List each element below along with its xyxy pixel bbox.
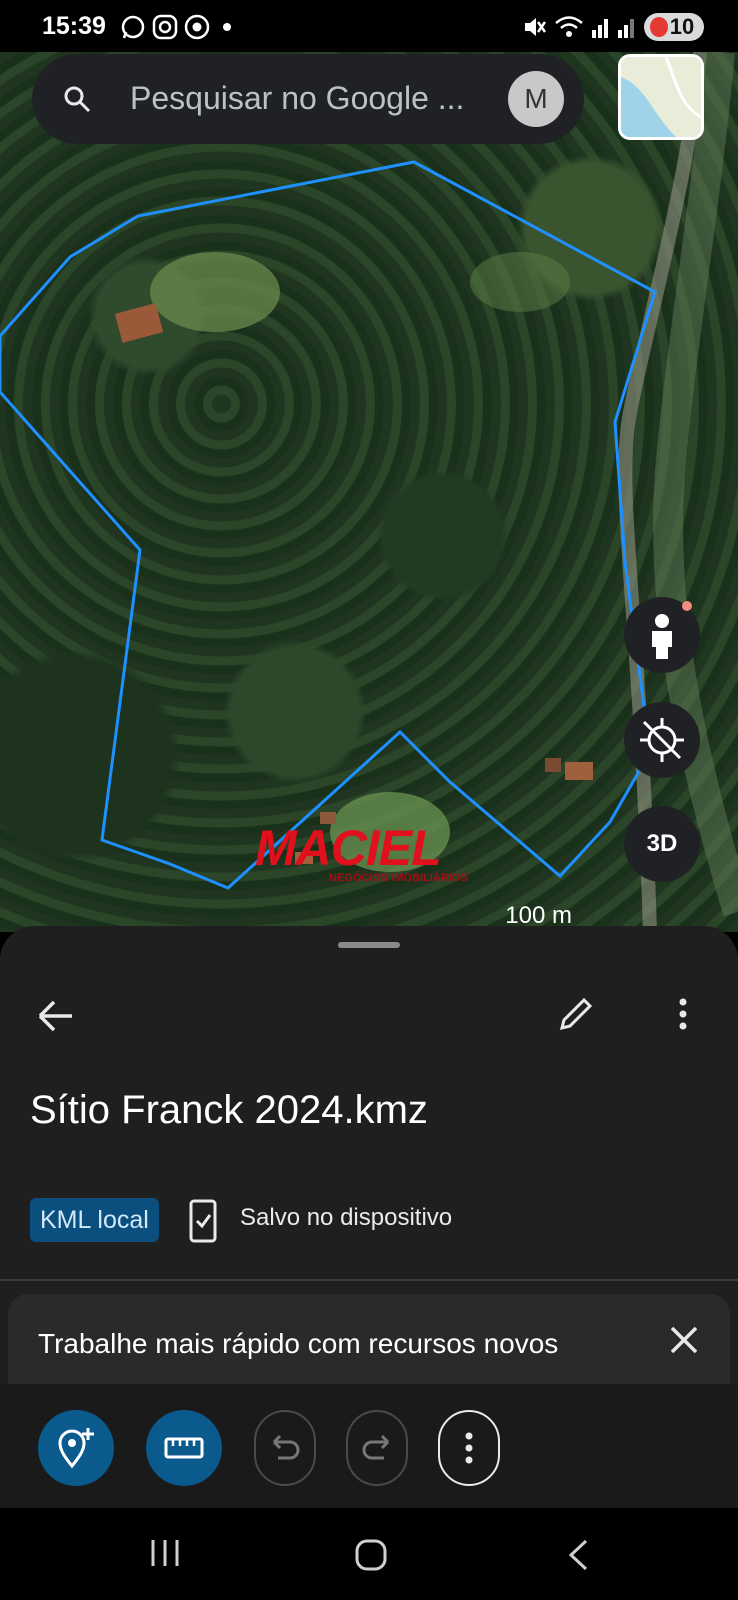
undo-icon	[272, 1434, 300, 1460]
battery-icon: 10	[644, 13, 704, 41]
phone-check-icon	[189, 1199, 217, 1243]
instagram-icon	[152, 14, 178, 40]
back-arrow-icon[interactable]	[34, 994, 78, 1038]
satellite-map[interactable]: MACIEL NEGÓCIOS IMOBILIÁRIOS 100 m 3D	[0, 52, 738, 932]
kml-badge: KML local	[30, 1198, 159, 1242]
signal-icon	[592, 19, 608, 38]
map-thumbnail-icon	[621, 57, 701, 137]
status-bar: 15:39 10	[0, 0, 738, 52]
ruler-icon	[164, 1437, 204, 1459]
more-vert-icon[interactable]	[668, 992, 698, 1036]
battery-level: 10	[669, 14, 695, 39]
redo-button[interactable]	[346, 1410, 408, 1486]
divider	[0, 1279, 738, 1281]
mute-icon	[525, 18, 546, 36]
3d-button[interactable]: 3D	[624, 806, 700, 882]
place-title: Sítio Franck 2024.kmz	[30, 1088, 428, 1132]
3d-label: 3D	[646, 830, 678, 857]
undo-button[interactable]	[254, 1410, 316, 1486]
saved-label: Salvo no dispositivo	[240, 1204, 453, 1231]
chrome-icon	[184, 14, 210, 40]
home-icon[interactable]	[354, 1538, 388, 1572]
notification-dot	[682, 601, 692, 611]
location-button[interactable]	[624, 702, 700, 778]
watermark-subtitle: NEGÓCIOS IMOBILIÁRIOS	[329, 872, 468, 884]
edit-icon[interactable]	[554, 992, 598, 1036]
location-disabled-icon	[640, 718, 684, 762]
promo-text: Trabalhe mais rápido com recursos novos	[38, 1328, 559, 1359]
edit-toolbar	[0, 1384, 738, 1508]
status-time: 15:39	[42, 12, 106, 40]
system-nav-bar	[0, 1508, 738, 1600]
add-pin-icon	[58, 1428, 94, 1469]
redo-icon	[362, 1434, 390, 1460]
layers-button[interactable]	[618, 54, 704, 140]
signal-icon	[618, 19, 634, 38]
wifi-icon	[555, 16, 583, 37]
street-view-button[interactable]	[624, 597, 700, 673]
search-bar[interactable]: Pesquisar no Google ... M	[32, 54, 584, 144]
close-icon[interactable]	[668, 1324, 700, 1356]
search-input[interactable]: Pesquisar no Google ...	[130, 80, 464, 117]
back-icon[interactable]	[566, 1538, 592, 1572]
measure-button[interactable]	[146, 1410, 222, 1486]
whatsapp-icon	[121, 15, 145, 39]
toolbar-more-button[interactable]	[438, 1410, 500, 1486]
recent-apps-icon[interactable]	[148, 1538, 182, 1568]
drag-handle[interactable]	[338, 942, 400, 948]
avatar[interactable]: M	[508, 71, 564, 127]
dot-icon	[223, 23, 231, 31]
watermark-title: MACIEL	[255, 820, 442, 876]
map-overlay	[0, 52, 738, 932]
watermark-logo: MACIEL NEGÓCIOS IMOBILIÁRIOS	[255, 822, 485, 888]
add-pin-button[interactable]	[38, 1410, 114, 1486]
search-icon	[64, 86, 91, 113]
more-vert-icon	[465, 1432, 473, 1464]
